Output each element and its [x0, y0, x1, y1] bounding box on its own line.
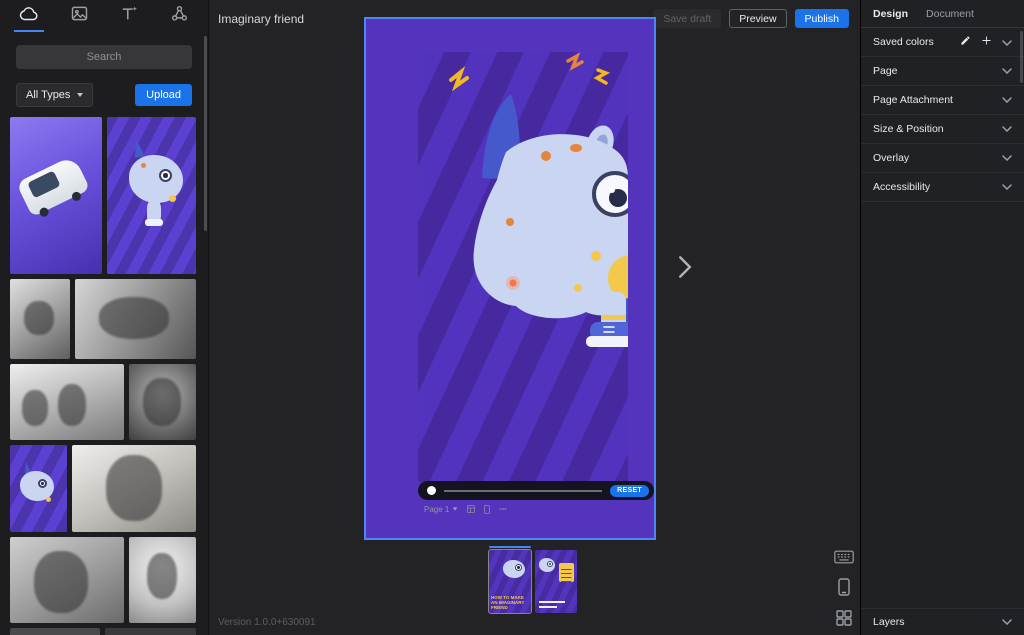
player-controls: Page 1 [424, 504, 507, 514]
thumbnail-photo[interactable] [105, 628, 196, 635]
chevron-down-icon [1002, 68, 1012, 74]
keyboard-shortcuts-button[interactable] [834, 550, 854, 569]
chevron-down-icon [1002, 126, 1012, 132]
next-page-button[interactable] [677, 254, 692, 285]
preview-button[interactable]: Preview [729, 9, 786, 28]
chevron-down-icon [1002, 97, 1012, 103]
page-thumbnail-1[interactable]: HOW TO MAKE AN IMAGINARY FRIEND [489, 550, 531, 613]
document-title: Imaginary friend [218, 12, 304, 26]
asset-panel-tabs [0, 0, 208, 32]
chevron-down-icon [1002, 184, 1012, 190]
grid-view-button[interactable] [836, 610, 852, 631]
text-icon [119, 3, 140, 29]
search-box [16, 45, 192, 69]
tab-media[interactable] [66, 0, 92, 32]
imaginary-friend-illustration [418, 52, 628, 482]
section-size-position[interactable]: Size & Position [861, 115, 1024, 144]
caret-down-icon [77, 93, 83, 97]
progress-knob[interactable] [427, 486, 436, 495]
section-overlay[interactable]: Overlay [861, 144, 1024, 173]
thumbnail-cat-figurine-photo[interactable] [129, 537, 196, 623]
chevron-down-icon [1002, 33, 1012, 51]
grid-icon [836, 610, 852, 631]
car-image [16, 155, 90, 217]
thumbnail-car-on-purple[interactable] [10, 117, 102, 274]
inspector-panel: Design Document Saved colors Pa [860, 0, 1024, 635]
thumbnail-figurines-photo[interactable] [10, 364, 124, 440]
type-filter-value: All Types [26, 89, 70, 101]
cloud-icon [18, 3, 40, 30]
version-label: Version 1.0.0+630091 [218, 617, 316, 628]
saved-colors-label: Saved colors [873, 36, 950, 48]
page-artwork [418, 52, 628, 482]
publish-button[interactable]: Publish [795, 9, 849, 28]
section-accessibility[interactable]: Accessibility [861, 173, 1024, 202]
chevron-down-icon [1002, 619, 1012, 625]
saved-colors-section[interactable]: Saved colors [861, 28, 1024, 57]
asset-panel: All Types Upload [0, 0, 209, 635]
tab-design[interactable]: Design [873, 8, 908, 20]
player-more-icon[interactable] [499, 505, 507, 513]
tab-shapes[interactable] [166, 0, 192, 32]
tab-text[interactable] [116, 0, 142, 32]
page-select-label: Page 1 [424, 505, 449, 514]
thumbnail-plush-monster-photo[interactable] [10, 537, 124, 623]
thumbnail-photo[interactable] [10, 628, 100, 635]
thumbnail-sock-monkey-photo[interactable] [72, 445, 196, 532]
chevron-down-icon [453, 507, 458, 510]
inspector-tabs: Design Document [861, 0, 1024, 28]
shapes-icon [169, 3, 190, 29]
selected-page-indicator [489, 546, 531, 548]
tab-assets[interactable] [16, 0, 42, 32]
tab-document[interactable]: Document [926, 8, 974, 20]
upload-button[interactable]: Upload [135, 84, 192, 106]
thumbnail-dinosaur-toy-photo[interactable] [75, 279, 196, 359]
type-filter-select[interactable]: All Types [16, 83, 93, 107]
chevron-down-icon [1002, 155, 1012, 161]
thumbnail-toy-dog-photo[interactable] [10, 279, 70, 359]
page-select[interactable]: Page 1 [424, 505, 458, 514]
save-draft-button[interactable]: Save draft [653, 9, 721, 28]
page2-note-box [559, 563, 574, 582]
page-thumbnail-strip: HOW TO MAKE AN IMAGINARY FRIEND [489, 546, 577, 613]
canvas-corner-tools [834, 550, 854, 631]
reset-button[interactable]: RESET [610, 485, 649, 497]
saved-colors-expand-button[interactable] [1002, 33, 1012, 51]
search-input[interactable] [16, 45, 192, 69]
phone-icon [838, 578, 850, 601]
editor-canvas-area: Imaginary friend Save draft Preview Publ… [210, 0, 860, 635]
story-page-canvas[interactable]: RESET Page 1 [364, 17, 656, 540]
plus-icon [981, 33, 992, 51]
device-preview-button[interactable] [838, 578, 850, 601]
media-grid [10, 117, 198, 635]
layers-section[interactable]: Layers [861, 608, 1024, 635]
thumbnail-totoro-toy-photo[interactable] [129, 364, 196, 440]
section-page[interactable]: Page [861, 57, 1024, 86]
progress-track[interactable] [444, 490, 602, 492]
app-root: All Types Upload [0, 0, 1024, 635]
image-icon [69, 3, 90, 29]
section-page-attachment[interactable]: Page Attachment [861, 86, 1024, 115]
edit-colors-button[interactable] [960, 33, 971, 51]
add-color-button[interactable] [981, 33, 992, 51]
next-chevron-icon [677, 267, 692, 284]
pencil-icon [960, 33, 971, 51]
player-device-icon[interactable] [484, 505, 490, 514]
player-layout-icon[interactable] [467, 505, 475, 513]
left-panel-scrollbar[interactable] [204, 36, 207, 231]
thumbnail-imaginary-friend-artwork[interactable] [107, 117, 196, 274]
right-panel-scrollbar[interactable] [1020, 31, 1023, 83]
page1-title-text: HOW TO MAKE AN IMAGINARY FRIEND [491, 595, 529, 610]
page-thumbnail-2[interactable] [535, 550, 577, 613]
thumbnail-imaginary-friend-small[interactable] [10, 445, 67, 532]
keyboard-icon [834, 550, 854, 569]
player-bar: RESET [418, 481, 654, 500]
